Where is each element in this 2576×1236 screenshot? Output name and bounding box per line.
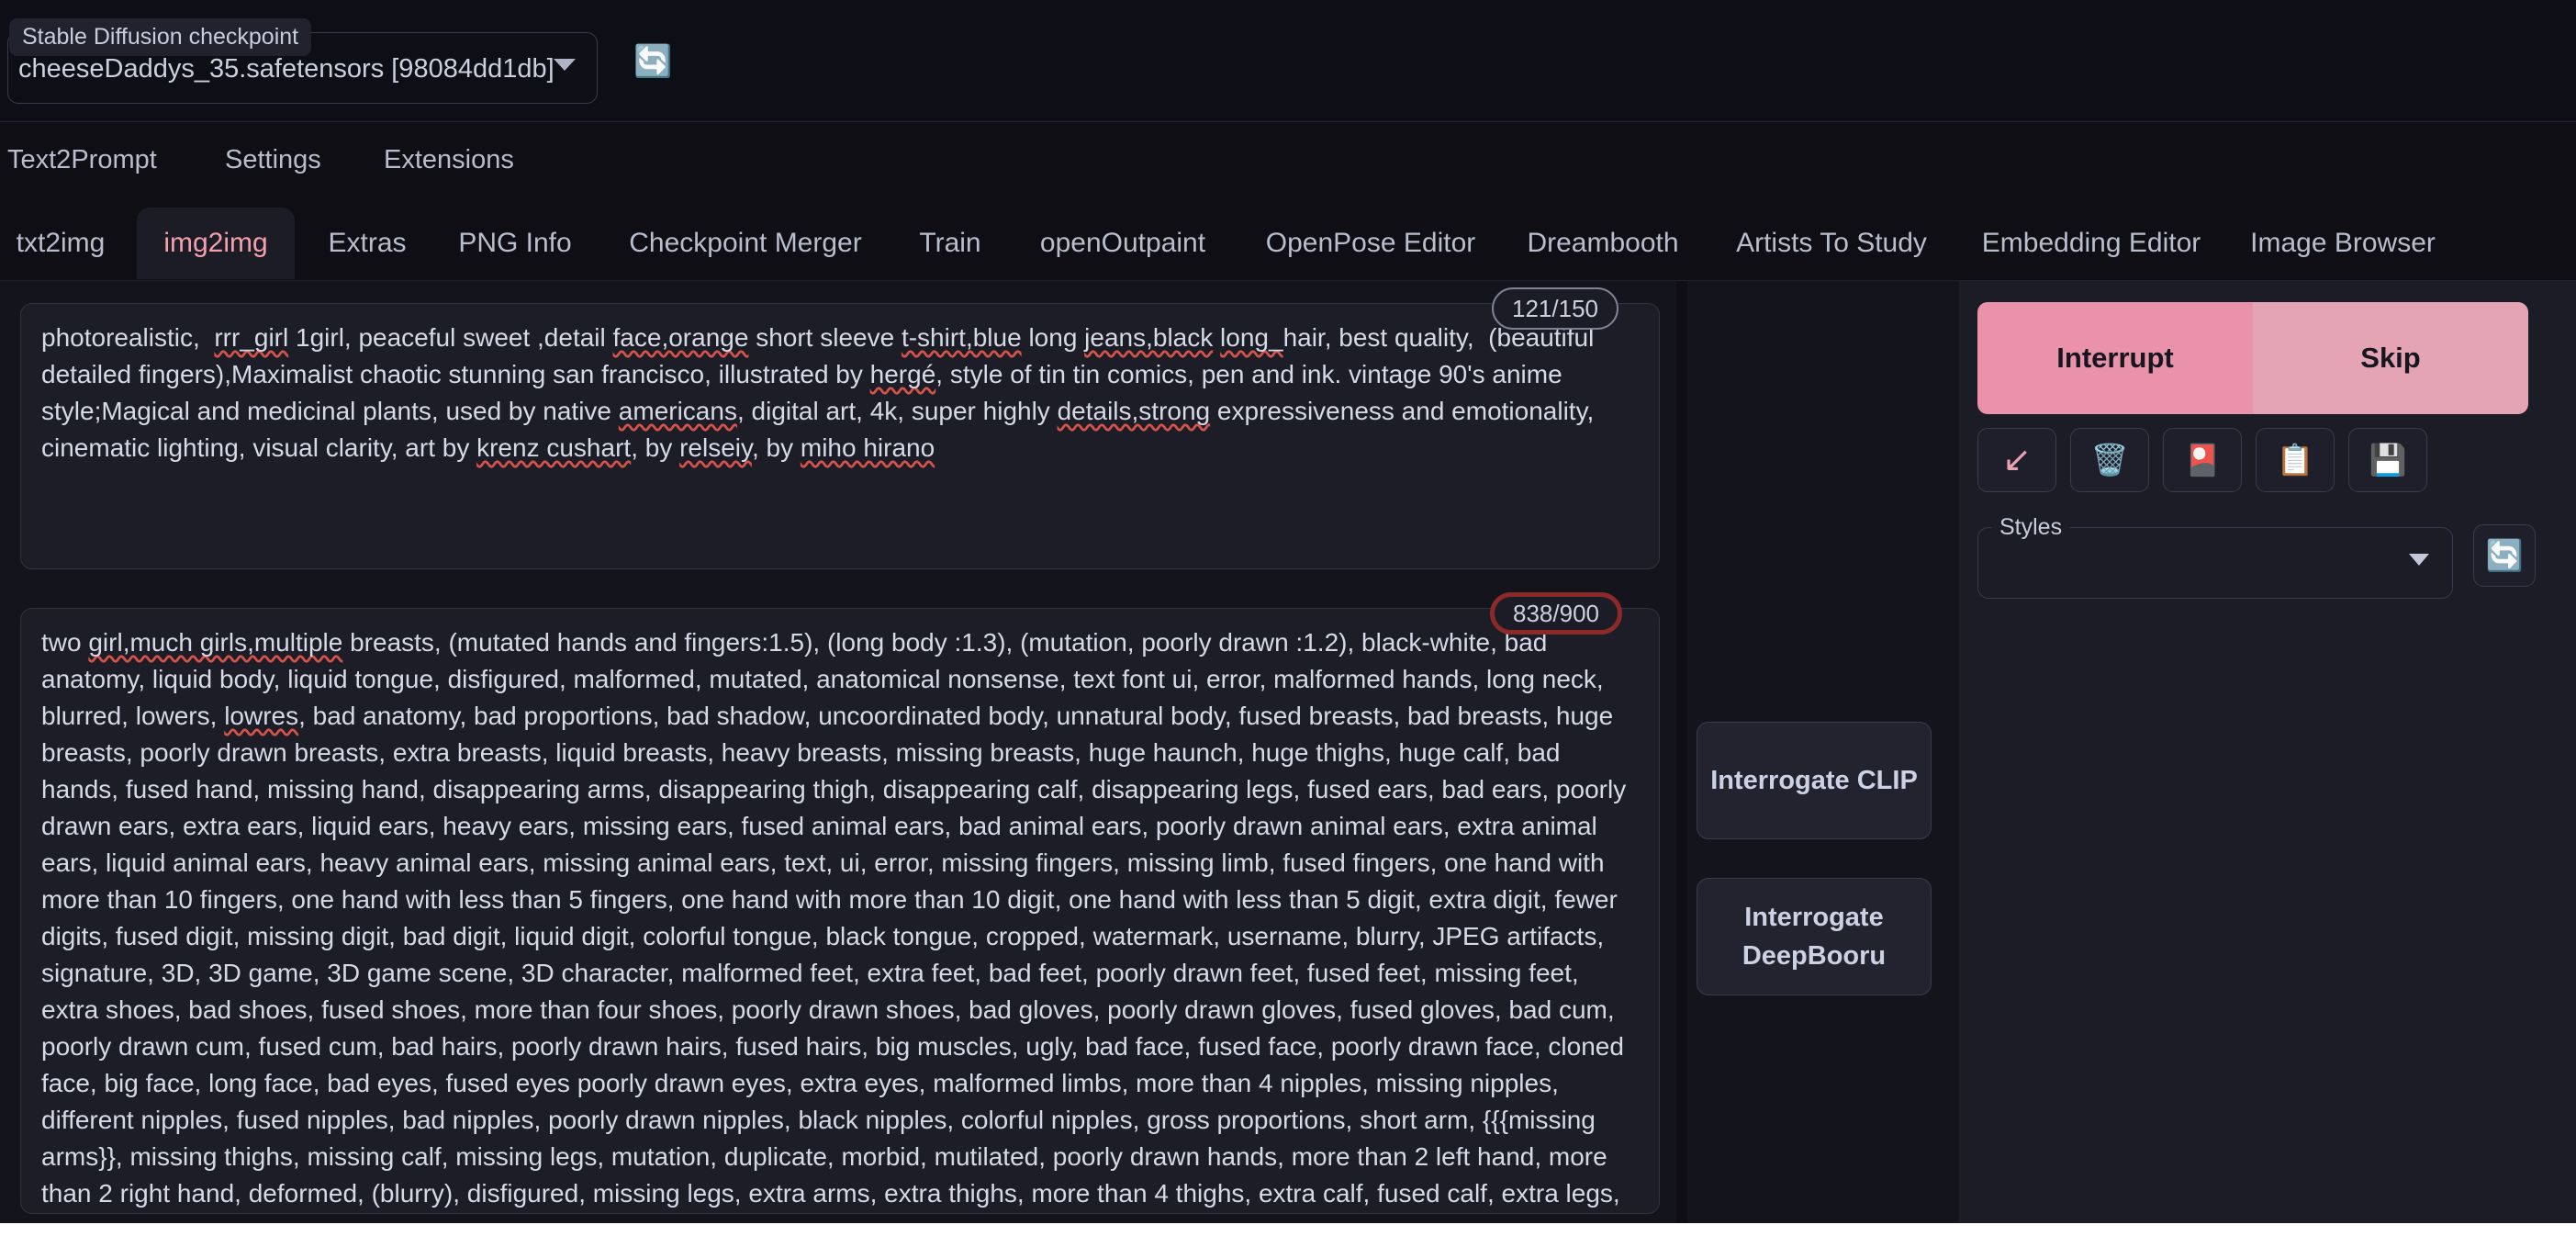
- prompt-segment: long: [1021, 323, 1085, 352]
- restore-progress-button[interactable]: ↙: [1977, 428, 2056, 492]
- interrogate-deepbooru-button[interactable]: Interrogate DeepBooru: [1697, 878, 1932, 995]
- card-button[interactable]: 🎴: [2163, 428, 2242, 492]
- prompt-segment: [1213, 323, 1220, 352]
- interrogate-column: Interrogate CLIP Interrogate DeepBooru: [1687, 281, 1959, 1223]
- refresh-checkpoint-icon[interactable]: 🔄: [633, 44, 672, 79]
- spellcheck-word: krenz cushart: [476, 433, 632, 462]
- prompt-column: photorealistic, rrr_girl 1girl, peaceful…: [0, 281, 1676, 1223]
- negative-token-counter: 838/900: [1490, 592, 1622, 635]
- tab-openoutpaint[interactable]: openOutpaint: [1017, 208, 1228, 279]
- positive-token-counter: 121/150: [1492, 287, 1618, 330]
- positive-prompt-text[interactable]: photorealistic, rrr_girl 1girl, peaceful…: [21, 304, 1659, 466]
- tab-extras[interactable]: Extras: [312, 208, 422, 279]
- card-icon: 🎴: [2183, 442, 2222, 477]
- nav-item-text2prompt[interactable]: Text2Prompt: [7, 138, 157, 182]
- prompt-segment: photorealistic,: [41, 323, 215, 352]
- tab-png-info[interactable]: PNG Info: [442, 208, 588, 279]
- spellcheck-word: face,orange: [612, 323, 749, 352]
- trash-button[interactable]: 🗑️: [2070, 428, 2149, 492]
- prompt-segment: 1girl, peaceful sweet ,detail: [288, 323, 613, 352]
- prompt-segment: , bad anatomy, bad proportions, bad shad…: [41, 702, 1627, 1208]
- spellcheck-word: details,strong: [1057, 397, 1211, 425]
- tab-bar: txt2img img2img Extras PNG Info Checkpoint M…: [0, 208, 2576, 281]
- prompt-segment: , by: [631, 433, 680, 462]
- styles-selector[interactable]: Styles: [1977, 513, 2453, 599]
- spellcheck-word: jeans,black: [1084, 323, 1214, 352]
- chevron-down-icon[interactable]: [2409, 554, 2429, 566]
- negative-prompt-textarea[interactable]: two girl,much girls,multiple breasts, (m…: [20, 608, 1660, 1214]
- checkpoint-selector[interactable]: Stable Diffusion checkpoint cheeseDaddys…: [7, 18, 598, 104]
- skip-button[interactable]: Skip: [2253, 302, 2528, 414]
- prompt-segment: , digital art, 4k, super highly: [736, 397, 1058, 425]
- tab-checkpoint-merger[interactable]: Checkpoint Merger: [608, 208, 883, 279]
- clipboard-button[interactable]: 📋: [2256, 428, 2335, 492]
- chevron-down-icon[interactable]: [554, 59, 576, 71]
- styles-label: Styles: [1992, 513, 2070, 541]
- positive-prompt-textarea[interactable]: photorealistic, rrr_girl 1girl, peaceful…: [20, 303, 1660, 569]
- spellcheck-word: hergé: [869, 360, 936, 388]
- checkpoint-label: Stable Diffusion checkpoint: [9, 18, 312, 56]
- clipboard-icon: 📋: [2276, 442, 2314, 477]
- right-panel: Interrupt Skip ↙ 🗑️ 🎴 📋 💾 Styles 🔄: [1959, 281, 2576, 1223]
- spellcheck-word: girl,much girls,multiple: [88, 628, 343, 657]
- nav-item-settings[interactable]: Settings: [225, 138, 321, 182]
- refresh-styles-button[interactable]: 🔄: [2473, 524, 2536, 587]
- prompt-segment: two: [41, 628, 89, 657]
- restore-progress-icon: ↙: [2002, 441, 2032, 479]
- primary-nav: Text2Prompt Settings Extensions: [0, 138, 2576, 202]
- generation-action-row: Interrupt Skip: [1977, 302, 2528, 414]
- prompt-tools-row: ↙ 🗑️ 🎴 📋 💾: [1977, 428, 2427, 492]
- tab-dreambooth[interactable]: Dreambooth: [1511, 208, 1695, 279]
- prompt-segment: , by: [751, 433, 801, 462]
- spellcheck-word: americans: [618, 397, 737, 425]
- spellcheck-word: relseiy: [679, 433, 752, 462]
- spellcheck-word: lowres: [224, 702, 299, 730]
- tab-img2img[interactable]: img2img: [137, 208, 295, 279]
- top-bar: Stable Diffusion checkpoint cheeseDaddys…: [0, 0, 2576, 122]
- spellcheck-word: miho hirano: [800, 433, 935, 462]
- trash-icon: 🗑️: [2090, 442, 2129, 477]
- tab-image-browser[interactable]: Image Browser: [2237, 208, 2448, 279]
- page-bottom-edge: [0, 1223, 2576, 1236]
- spellcheck-word: t-shirt,blue: [901, 323, 1022, 352]
- tab-artists-to-study[interactable]: Artists To Study: [1717, 208, 1946, 279]
- interrupt-button[interactable]: Interrupt: [1977, 302, 2253, 414]
- refresh-icon: 🔄: [2485, 537, 2524, 572]
- tab-embedding-editor[interactable]: Embedding Editor: [1967, 208, 2215, 279]
- tab-train[interactable]: Train: [904, 208, 996, 279]
- interrogate-clip-button[interactable]: Interrogate CLIP: [1697, 722, 1932, 839]
- prompt-segment: short sleeve: [748, 323, 902, 352]
- negative-prompt-text[interactable]: two girl,much girls,multiple breasts, (m…: [21, 609, 1659, 1213]
- spellcheck-word: long_: [1220, 323, 1283, 352]
- save-button[interactable]: 💾: [2348, 428, 2427, 492]
- nav-item-extensions[interactable]: Extensions: [384, 138, 514, 182]
- checkpoint-value: cheeseDaddys_35.safetensors [98084dd1db]: [18, 54, 554, 84]
- tab-txt2img[interactable]: txt2img: [0, 208, 121, 279]
- spellcheck-word: rrr_girl: [214, 323, 289, 352]
- tab-openpose-editor[interactable]: OpenPose Editor: [1251, 208, 1490, 279]
- save-icon: 💾: [2369, 442, 2407, 477]
